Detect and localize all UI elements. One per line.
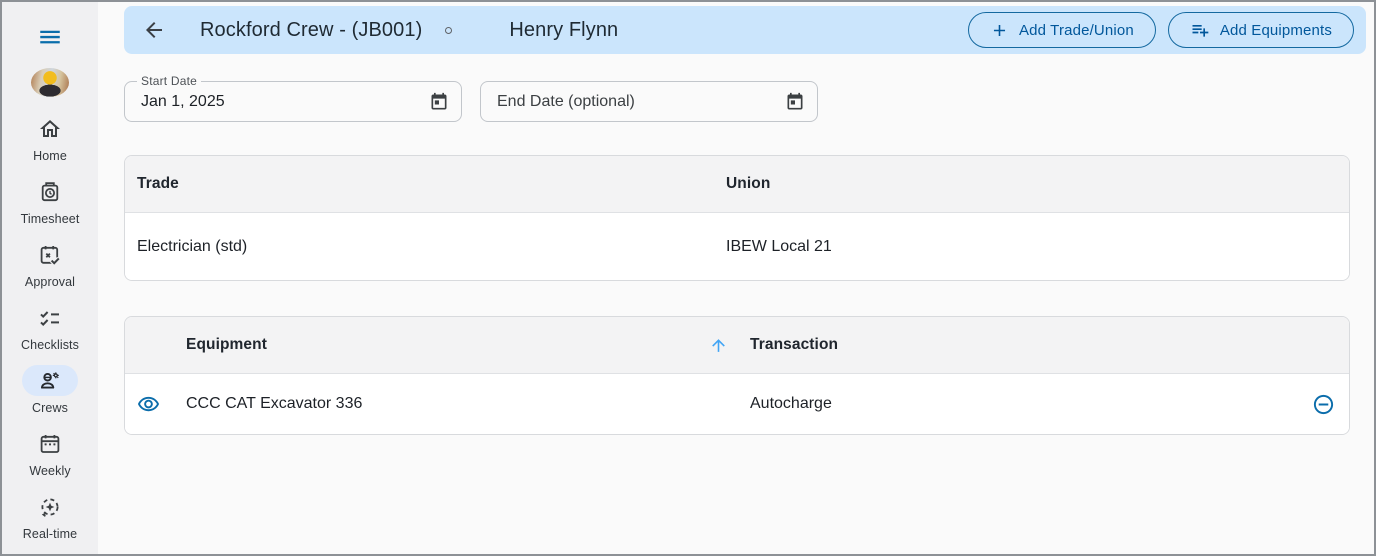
checklists-icon xyxy=(22,302,78,333)
start-date-field[interactable]: Start Date Jan 1, 2025 xyxy=(124,74,462,122)
sidebar-item-label: Home xyxy=(33,149,67,163)
playlist-add-icon xyxy=(1192,25,1209,37)
sidebar-nav: Home Timesheet Approval Checklists Crews… xyxy=(2,113,98,554)
approval-icon xyxy=(22,239,78,270)
content-area: Trade Union Electrician (std) IBEW Local… xyxy=(98,122,1374,435)
sidebar: Home Timesheet Approval Checklists Crews… xyxy=(2,2,98,554)
sidebar-item-label: Approval xyxy=(24,275,76,289)
person-name: Henry Flynn xyxy=(509,18,619,41)
union-cell: IBEW Local 21 xyxy=(726,237,832,255)
back-arrow-icon[interactable] xyxy=(142,18,166,42)
title-separator-dot xyxy=(445,26,453,34)
equipment-column-header[interactable]: Equipment xyxy=(186,336,750,355)
sidebar-item-label: Timesheet xyxy=(20,212,80,226)
trade-cell: Electrician (std) xyxy=(137,237,248,255)
sidebar-item-weekly[interactable]: Weekly xyxy=(2,428,98,478)
sidebar-item-approval[interactable]: Approval xyxy=(2,239,98,289)
plus-icon xyxy=(993,24,1006,36)
equipment-cell: CCC CAT Excavator 336 xyxy=(186,395,363,412)
trade-table-row[interactable]: Electrician (std) IBEW Local 21 xyxy=(125,213,1349,280)
realtime-icon xyxy=(22,491,78,522)
trade-column-header[interactable]: Trade xyxy=(125,175,726,193)
calendar-icon[interactable] xyxy=(785,92,805,112)
equipment-table: Equipment Transaction CCC CAT Excavator … xyxy=(124,316,1350,435)
equipment-table-header: Equipment Transaction xyxy=(125,317,1349,374)
sidebar-item-crews[interactable]: Crews xyxy=(2,365,98,415)
sidebar-item-label: Weekly xyxy=(29,464,71,478)
calendar-icon[interactable] xyxy=(429,92,449,112)
date-filters: Start Date Jan 1, 2025 End Date (optiona… xyxy=(98,54,1374,122)
sidebar-item-label: Real-time xyxy=(22,527,78,541)
remove-cell xyxy=(1312,393,1349,416)
eye-icon[interactable] xyxy=(137,393,160,416)
sidebar-item-timesheet[interactable]: Timesheet xyxy=(2,176,98,226)
sidebar-item-realtime[interactable]: Real-time xyxy=(2,491,98,541)
home-icon xyxy=(22,113,78,144)
add-trade-union-button[interactable]: Add Trade/Union xyxy=(968,12,1156,48)
page-header: Rockford Crew - (JB001) Henry Flynn Add … xyxy=(124,6,1366,54)
main-area: Rockford Crew - (JB001) Henry Flynn Add … xyxy=(98,2,1374,554)
sidebar-item-home[interactable]: Home xyxy=(2,113,98,163)
crew-title: Rockford Crew - (JB001) xyxy=(200,18,423,41)
user-avatar[interactable] xyxy=(31,68,69,97)
start-date-label: Start Date xyxy=(137,74,202,88)
start-date-value: Jan 1, 2025 xyxy=(141,92,225,110)
sidebar-item-checklists[interactable]: Checklists xyxy=(2,302,98,352)
hamburger-menu-icon[interactable] xyxy=(37,24,63,50)
weekly-icon xyxy=(22,428,78,459)
trade-union-table: Trade Union Electrician (std) IBEW Local… xyxy=(124,155,1350,281)
view-cell xyxy=(125,393,186,416)
equipment-table-row[interactable]: CCC CAT Excavator 336 Autocharge xyxy=(125,374,1349,434)
end-date-placeholder: End Date (optional) xyxy=(497,92,635,110)
transaction-column-header[interactable]: Transaction xyxy=(750,336,1349,354)
sidebar-item-label: Crews xyxy=(32,401,68,415)
header-actions: Add Trade/Union Add Equipments xyxy=(968,12,1354,48)
timesheet-icon xyxy=(22,176,78,207)
union-column-header[interactable]: Union xyxy=(726,175,1349,193)
end-date-field[interactable]: End Date (optional) xyxy=(480,81,818,122)
remove-circle-icon[interactable] xyxy=(1312,393,1335,416)
crews-icon xyxy=(22,365,78,396)
sort-ascending-icon[interactable] xyxy=(709,336,728,355)
transaction-cell: Autocharge xyxy=(750,395,832,412)
sidebar-item-label: Checklists xyxy=(21,338,79,352)
trade-table-header: Trade Union xyxy=(125,156,1349,213)
add-equipments-button[interactable]: Add Equipments xyxy=(1167,12,1354,48)
